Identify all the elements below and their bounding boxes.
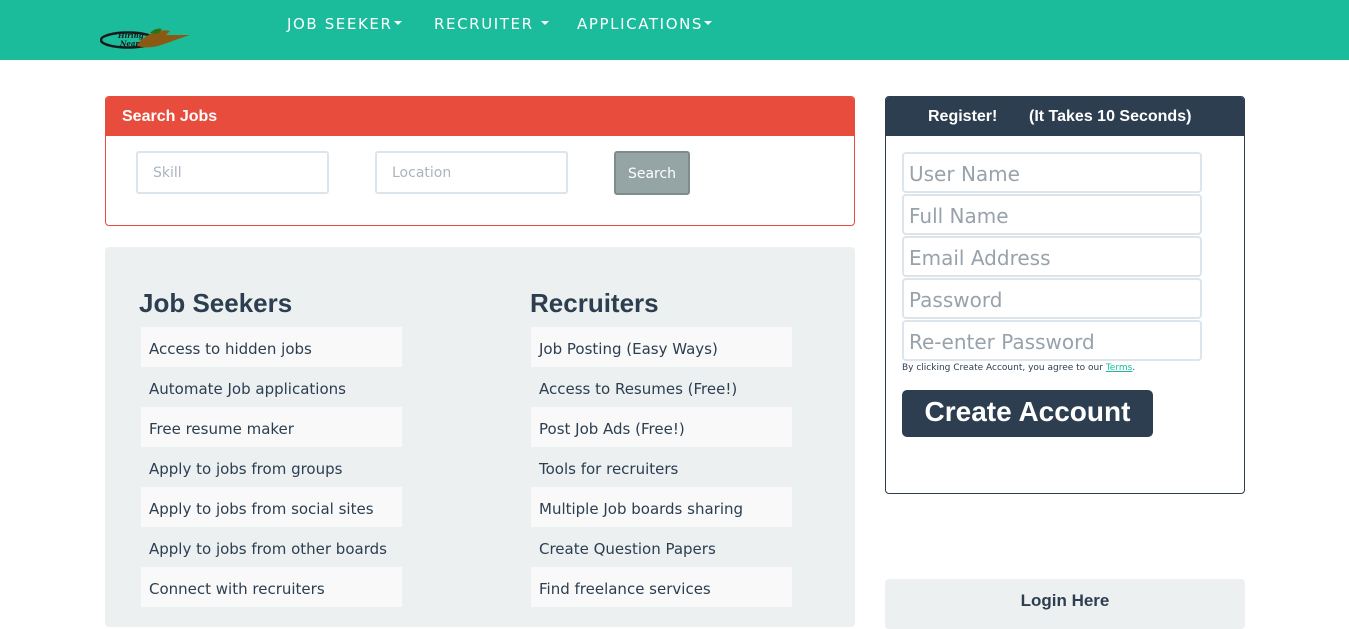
location-input[interactable]: Location xyxy=(375,151,568,194)
skill-input[interactable]: Skill xyxy=(136,151,329,194)
register-panel: Register! (It Takes 10 Seconds) User Nam… xyxy=(885,96,1245,494)
list-item: Job Posting (Easy Ways) xyxy=(531,327,792,367)
list-item: Apply to jobs from other boards xyxy=(149,540,387,558)
list-item: Connect with recruiters xyxy=(141,567,402,607)
list-item: Access to hidden jobs xyxy=(141,327,402,367)
nav-recruiter-label: RECRUITER xyxy=(434,15,541,33)
list-item: Apply to jobs from social sites xyxy=(141,487,402,527)
recruiters-list: Job Posting (Easy Ways) Access to Resume… xyxy=(531,327,792,607)
top-navbar: Hiring Near JOB SEEKER RECRUITER APPLICA… xyxy=(0,0,1349,60)
nav-job-seeker[interactable]: JOB SEEKER xyxy=(287,15,402,33)
list-item: Find freelance services xyxy=(531,567,792,607)
recruiters-heading: Recruiters xyxy=(530,288,659,318)
search-jobs-title: Search Jobs xyxy=(106,97,854,136)
list-item: Post Job Ads (Free!) xyxy=(531,407,792,447)
register-header: Register! (It Takes 10 Seconds) xyxy=(886,97,1244,136)
list-item: Free resume maker xyxy=(141,407,402,447)
svg-text:Near: Near xyxy=(119,39,140,48)
list-item: Tools for recruiters xyxy=(539,460,679,478)
features-panel: Job Seekers Access to hidden jobs Automa… xyxy=(105,247,855,627)
search-button[interactable]: Search xyxy=(614,151,690,195)
nav-applications[interactable]: APPLICATIONS xyxy=(577,15,713,33)
username-field[interactable]: User Name xyxy=(902,152,1202,193)
caret-down-icon xyxy=(393,21,402,25)
login-panel: Login Here xyxy=(885,579,1245,629)
create-account-button[interactable]: Create Account xyxy=(902,390,1153,437)
login-title[interactable]: Login Here xyxy=(885,591,1245,611)
register-subtitle: (It Takes 10 Seconds) xyxy=(1029,108,1192,125)
nav-recruiter[interactable]: RECRUITER xyxy=(434,15,550,33)
terms-prefix: By clicking Create Account, you agree to… xyxy=(902,363,1106,373)
repassword-field[interactable]: Re-enter Password xyxy=(902,320,1202,361)
terms-suffix: . xyxy=(1132,363,1136,373)
terms-link[interactable]: Terms xyxy=(1106,363,1133,373)
email-field[interactable]: Email Address xyxy=(902,236,1202,277)
nav-job-seeker-label: JOB SEEKER xyxy=(287,15,393,33)
terms-note: By clicking Create Account, you agree to… xyxy=(902,363,1135,373)
job-seekers-list: Access to hidden jobs Automate Job appli… xyxy=(141,327,402,607)
nav-applications-label: APPLICATIONS xyxy=(577,15,704,33)
register-title: Register! xyxy=(928,108,998,125)
list-item: Automate Job applications xyxy=(149,380,346,398)
password-field[interactable]: Password xyxy=(902,278,1202,319)
caret-down-icon xyxy=(704,21,713,25)
list-item: Multiple Job boards sharing xyxy=(531,487,792,527)
fullname-field[interactable]: Full Name xyxy=(902,194,1202,235)
caret-down-icon xyxy=(541,21,550,25)
brand-logo[interactable]: Hiring Near xyxy=(99,26,192,52)
list-item: Create Question Papers xyxy=(539,540,716,558)
job-seekers-heading: Job Seekers xyxy=(139,288,293,318)
list-item: Apply to jobs from groups xyxy=(149,460,343,478)
list-item: Access to Resumes (Free!) xyxy=(539,380,738,398)
search-jobs-panel: Search Jobs Skill Location Search xyxy=(105,96,855,226)
